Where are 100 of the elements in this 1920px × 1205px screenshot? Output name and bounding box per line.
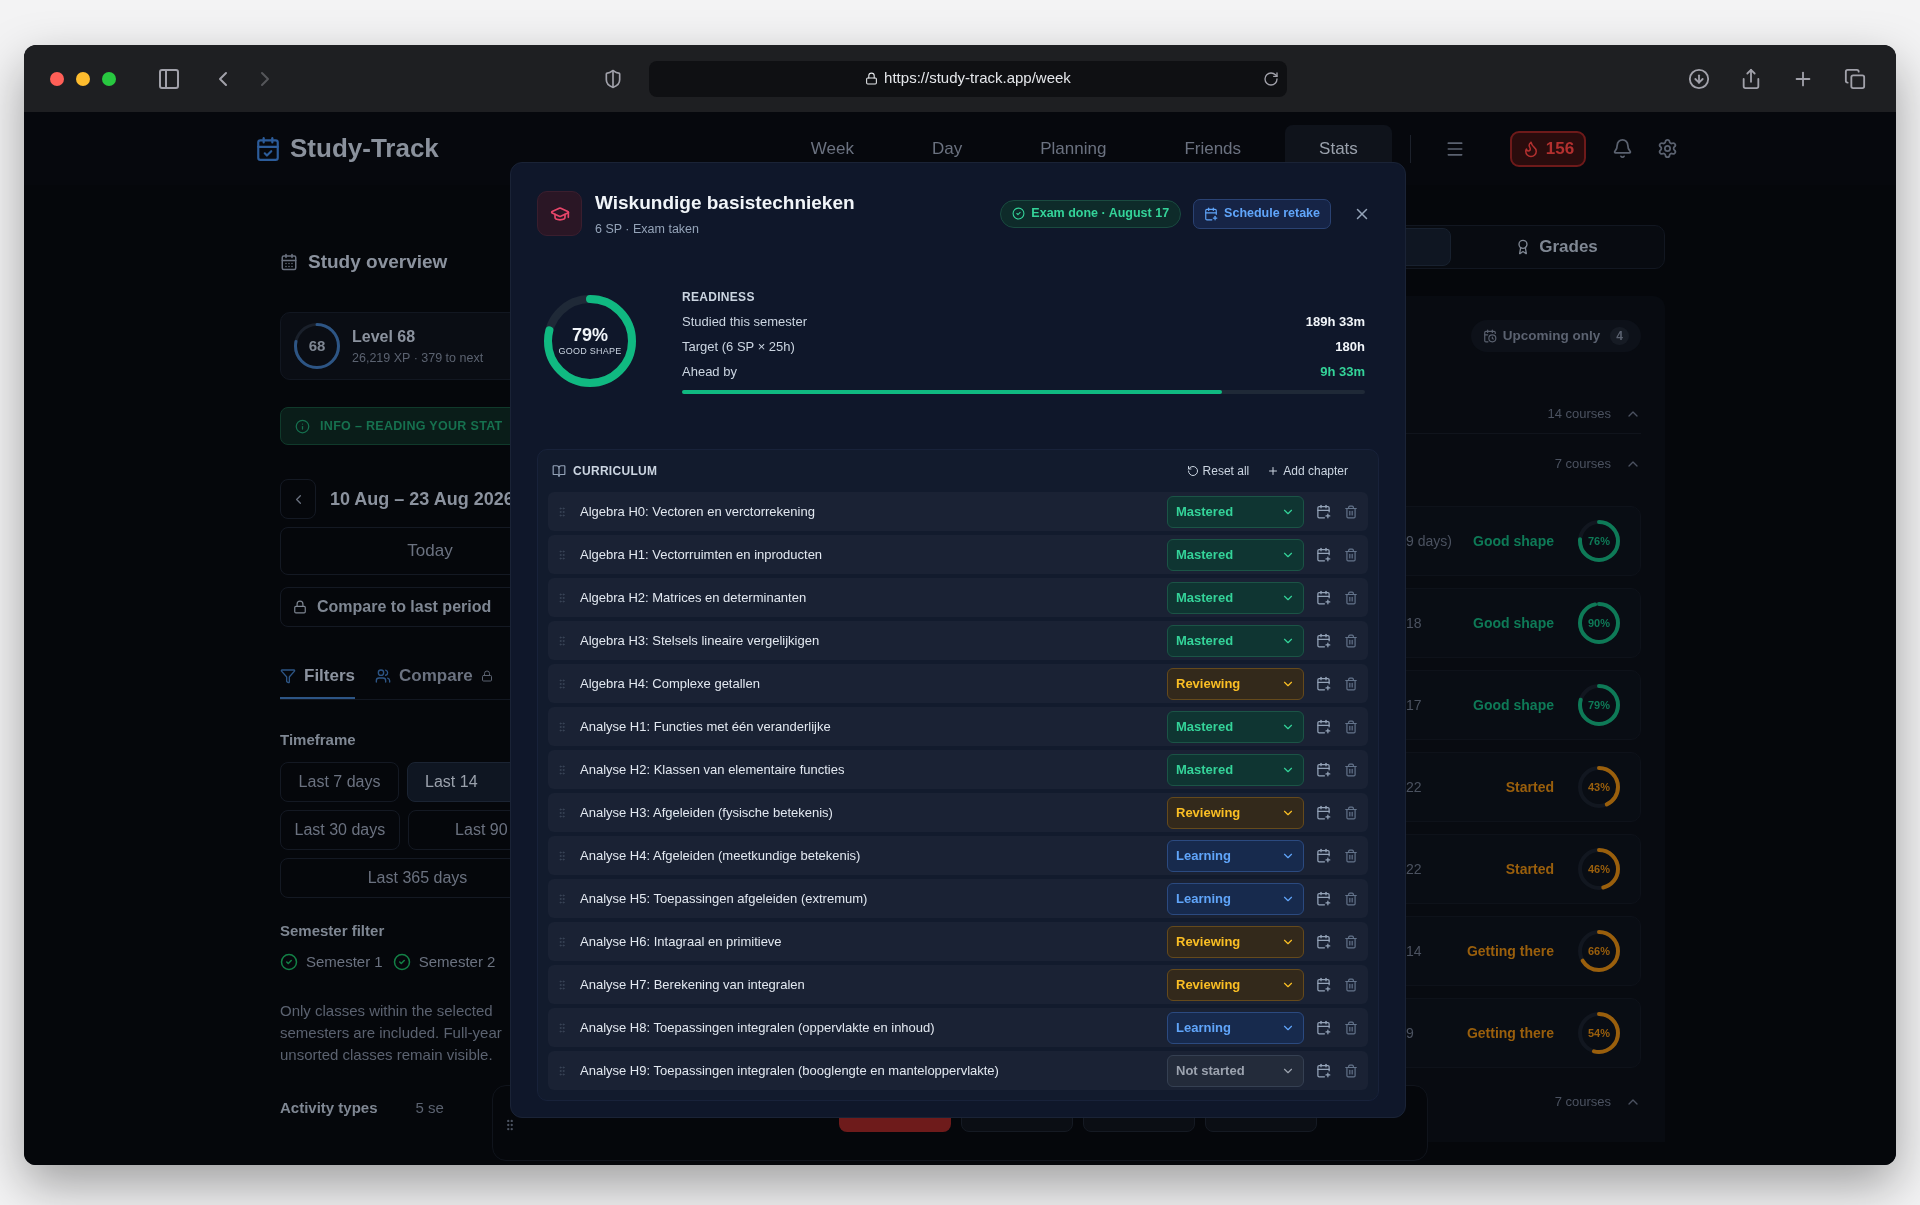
chapter-row[interactable]: Analyse H7: Berekening van integralen Reviewing: [548, 965, 1368, 1005]
trash-icon[interactable]: [1344, 633, 1358, 648]
drag-handle-icon[interactable]: [556, 720, 568, 733]
drag-handle-icon[interactable]: [556, 1064, 568, 1077]
status-select[interactable]: Reviewing: [1167, 925, 1304, 958]
drag-handle-icon[interactable]: [556, 591, 568, 604]
trash-icon[interactable]: [1344, 719, 1358, 734]
calendar-plus-icon[interactable]: [1316, 633, 1331, 649]
drag-handle-icon[interactable]: [556, 978, 568, 991]
trash-icon[interactable]: [1344, 934, 1358, 949]
chapter-row[interactable]: Algebra H0: Vectoren en verctorrekening Mastered: [548, 492, 1368, 532]
calendar-plus-icon[interactable]: [1316, 848, 1331, 864]
chapter-row[interactable]: Analyse H4: Afgeleiden (meetkundige betekenis) Learning: [548, 836, 1368, 876]
minimize-window-button[interactable]: [76, 71, 90, 86]
calendar-plus-icon[interactable]: [1316, 1063, 1331, 1079]
calendar-plus-icon[interactable]: [1316, 762, 1331, 778]
calendar-plus-icon[interactable]: [1316, 891, 1331, 907]
download-icon[interactable]: [1688, 67, 1710, 90]
drag-handle-icon[interactable]: [556, 677, 568, 690]
trash-icon[interactable]: [1344, 805, 1358, 820]
tabs-overview-icon[interactable]: [1844, 67, 1866, 90]
sidebar-icon[interactable]: [157, 66, 181, 91]
readiness-percent: 79%: [572, 324, 608, 345]
chapter-row[interactable]: Analyse H6: Intagraal en primitieve Reviewing: [548, 922, 1368, 962]
drag-handle-icon[interactable]: [556, 634, 568, 647]
trash-icon[interactable]: [1344, 504, 1358, 519]
status-select[interactable]: Mastered: [1167, 753, 1304, 786]
trash-icon[interactable]: [1344, 848, 1358, 863]
share-icon[interactable]: [1740, 67, 1762, 90]
calendar-plus-icon[interactable]: [1316, 504, 1331, 520]
status-select[interactable]: Mastered: [1167, 710, 1304, 743]
calendar-plus-icon[interactable]: [1316, 977, 1331, 993]
status-select[interactable]: Learning: [1167, 1011, 1304, 1044]
zoom-window-button[interactable]: [102, 71, 116, 86]
close-window-button[interactable]: [50, 71, 64, 86]
schedule-retake-button[interactable]: Schedule retake: [1193, 198, 1331, 229]
chapter-row[interactable]: Algebra H2: Matrices en determinanten Mastered: [548, 578, 1368, 618]
readiness-percent: 79%: [1588, 697, 1610, 713]
semester-checkbox[interactable]: Semester 2: [392, 951, 496, 974]
status-select[interactable]: Reviewing: [1167, 796, 1304, 829]
calendar-plus-icon[interactable]: [1316, 676, 1331, 692]
address-bar[interactable]: https://study-track.app/week: [649, 60, 1287, 97]
status-select[interactable]: Not started: [1167, 1054, 1304, 1087]
calendar-plus-icon[interactable]: [1316, 719, 1331, 735]
trash-icon[interactable]: [1344, 977, 1358, 992]
drag-handle-icon[interactable]: [556, 849, 568, 862]
drag-handle-icon[interactable]: [556, 935, 568, 948]
trash-icon[interactable]: [1344, 1063, 1358, 1078]
status-select[interactable]: Mastered: [1167, 624, 1304, 657]
trash-icon[interactable]: [1344, 676, 1358, 691]
shield-icon[interactable]: [603, 68, 623, 89]
settings-icon[interactable]: [1657, 138, 1679, 159]
notifications-icon[interactable]: [1612, 138, 1634, 159]
timeframe-button[interactable]: Last 30 days: [280, 809, 400, 850]
status-select[interactable]: Mastered: [1167, 495, 1304, 528]
chapter-row[interactable]: Analyse H5: Toepassingen afgeleiden (extremum) Learning: [548, 879, 1368, 919]
xp-text: 26,219 XP · 379 to next: [352, 349, 484, 367]
drag-handle-icon[interactable]: [556, 548, 568, 561]
trash-icon[interactable]: [1344, 891, 1358, 906]
status-select[interactable]: Learning: [1167, 839, 1304, 872]
trash-icon[interactable]: [1344, 762, 1358, 777]
status-select[interactable]: Mastered: [1167, 538, 1304, 571]
filter-tab[interactable]: Compare: [375, 655, 493, 699]
chapter-row[interactable]: Algebra H4: Complexe getallen Reviewing: [548, 664, 1368, 704]
chapter-row[interactable]: Analyse H8: Toepassingen integralen (oppervlakte en inhoud) Learning: [548, 1008, 1368, 1048]
reset-all-button[interactable]: Reset all: [1186, 462, 1250, 481]
chapter-row[interactable]: Analyse H3: Afgeleiden (fysische betekenis) Reviewing: [548, 793, 1368, 833]
status-select[interactable]: Mastered: [1167, 581, 1304, 614]
calendar-plus-icon[interactable]: [1316, 590, 1331, 606]
exam-date: 22: [1406, 859, 1422, 879]
calendar-plus-icon[interactable]: [1316, 547, 1331, 563]
semester-checkbox[interactable]: Semester 1: [280, 951, 383, 974]
calendar-plus-icon[interactable]: [1316, 1020, 1331, 1036]
trash-icon[interactable]: [1344, 547, 1358, 562]
trash-icon[interactable]: [1344, 1020, 1358, 1035]
calendar-plus-icon[interactable]: [1316, 805, 1331, 821]
reload-icon[interactable]: [1263, 70, 1279, 87]
add-chapter-button[interactable]: Add chapter: [1267, 462, 1348, 481]
drag-handle-icon[interactable]: [556, 806, 568, 819]
drag-handle-icon[interactable]: [556, 892, 568, 905]
trash-icon[interactable]: [1344, 590, 1358, 605]
status-select[interactable]: Reviewing: [1167, 667, 1304, 700]
status-select[interactable]: Learning: [1167, 882, 1304, 915]
course-count: 7 courses: [1554, 1093, 1611, 1112]
drag-handle-icon[interactable]: [556, 1021, 568, 1034]
status-select[interactable]: Reviewing: [1167, 968, 1304, 1001]
url-text: https://study-track.app/week: [884, 68, 1071, 89]
timeframe-button[interactable]: Last 7 days: [280, 761, 400, 802]
filter-tab[interactable]: Filters: [280, 655, 356, 699]
drag-handle-icon[interactable]: [556, 505, 568, 518]
chapter-title: Algebra H4: Complexe getallen: [580, 675, 761, 693]
chapter-row[interactable]: Algebra H3: Stelsels lineaire vergelijkigen Mastered: [548, 621, 1368, 661]
chapter-row[interactable]: Analyse H2: Klassen van elementaire functies Mastered: [548, 750, 1368, 790]
chapter-row[interactable]: Algebra H1: Vectorruimten en inproducten Mastered: [548, 535, 1368, 575]
calendar-plus-icon[interactable]: [1316, 934, 1331, 950]
chapter-row[interactable]: Analyse H9: Toepassingen integralen (booglengte en manteloppervlakte) Not started: [548, 1051, 1368, 1091]
readiness-ring: [1578, 848, 1620, 890]
chapter-row[interactable]: Analyse H1: Functies met één veranderlijke Mastered: [548, 707, 1368, 747]
drag-handle-icon[interactable]: [556, 763, 568, 776]
readiness-status: Getting there: [1465, 1023, 1554, 1043]
